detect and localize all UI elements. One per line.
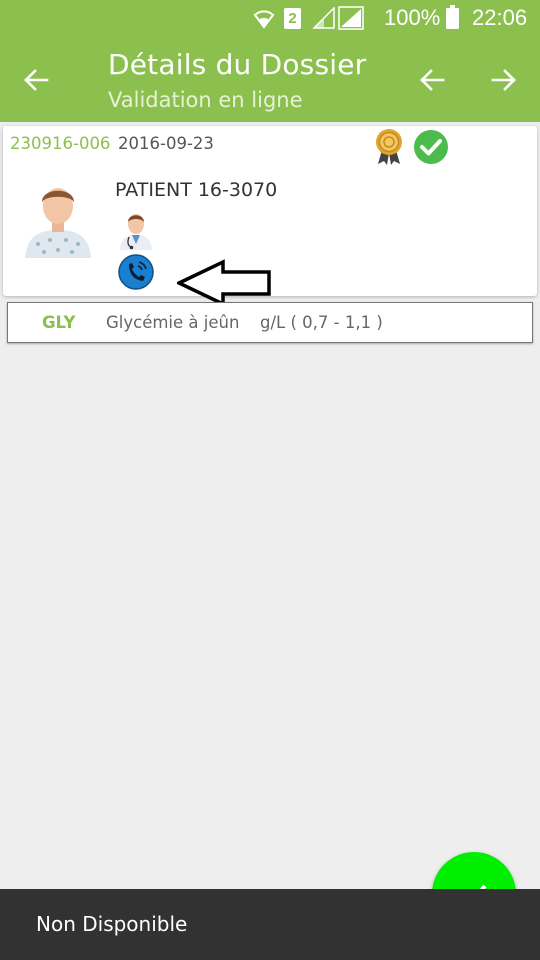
doctor-icon[interactable] xyxy=(117,210,155,250)
annotation-arrow-icon xyxy=(174,259,272,307)
snackbar-message: Non Disponible xyxy=(36,912,188,936)
snackbar: Non Disponible xyxy=(0,889,540,960)
award-badge-icon xyxy=(373,128,405,166)
dossier-number: 230916-006 xyxy=(10,134,111,153)
status-clock: 22:06 xyxy=(472,5,528,30)
test-row[interactable]: GLY Glycémie à jeûn g/L ( 0,7 - 1,1 ) xyxy=(7,302,533,343)
previous-arrow-icon[interactable] xyxy=(408,56,456,104)
patient-avatar-icon xyxy=(23,182,93,258)
test-unit-range: g/L ( 0,7 - 1,1 ) xyxy=(260,313,383,332)
test-code: GLY xyxy=(42,313,76,332)
status-bar: 2 100% 22:06 xyxy=(0,0,540,36)
battery-icon xyxy=(446,0,460,36)
validated-check-icon xyxy=(413,129,449,165)
back-arrow-icon[interactable] xyxy=(12,56,60,104)
patient-name: PATIENT 16-3070 xyxy=(115,179,278,201)
page-title: Détails du Dossier xyxy=(108,48,367,81)
signal-icon xyxy=(312,0,336,36)
wifi-icon xyxy=(252,0,276,36)
dossier-card[interactable]: 230916-006 2016-09-23 PATIENT 16-3070 xyxy=(3,126,537,307)
test-name: Glycémie à jeûn xyxy=(106,313,240,332)
sim-slot-label: 2 xyxy=(284,7,301,29)
dossier-date: 2016-09-23 xyxy=(118,134,214,153)
signal-icon xyxy=(338,0,364,36)
next-arrow-icon[interactable] xyxy=(480,56,528,104)
phone-icon[interactable] xyxy=(118,254,154,290)
sim-icon: 2 xyxy=(284,0,302,36)
toolbar: Détails du Dossier Validation en ligne xyxy=(0,36,540,122)
page-subtitle: Validation en ligne xyxy=(108,88,303,112)
battery-percent: 100% xyxy=(384,5,441,30)
